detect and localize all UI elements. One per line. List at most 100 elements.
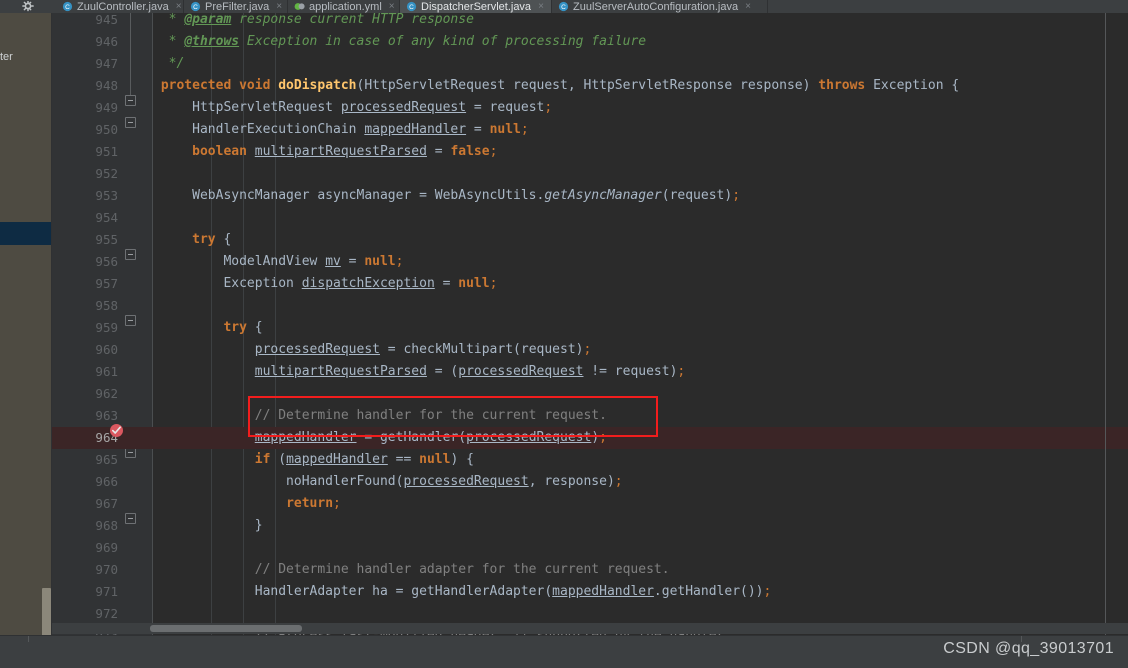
line-number: 968 bbox=[95, 518, 118, 533]
editor-tab-1[interactable]: C PreFilter.java × bbox=[184, 0, 288, 13]
code-text: ModelAndView mv = null; bbox=[153, 254, 404, 269]
code-line-959[interactable]: 959 try { bbox=[52, 317, 1128, 339]
code-line-949[interactable]: 949 HttpServletRequest processedRequest … bbox=[52, 97, 1128, 119]
line-number: 959 bbox=[95, 320, 118, 335]
code-line-947[interactable]: 947 */ bbox=[52, 53, 1128, 75]
code-text: protected void doDispatch(HttpServletReq… bbox=[153, 78, 960, 93]
code-text: if (mappedHandler == null) { bbox=[254, 452, 474, 467]
java-class-readonly-icon: C bbox=[558, 1, 569, 12]
code-line-950[interactable]: 950 HandlerExecutionChain mappedHandler … bbox=[52, 119, 1128, 141]
scrollbar-thumb[interactable] bbox=[150, 625, 302, 632]
line-number: 962 bbox=[95, 386, 118, 401]
line-number: 970 bbox=[95, 562, 118, 577]
line-number: 972 bbox=[95, 606, 118, 621]
left-panel-selected-row[interactable] bbox=[0, 222, 51, 245]
code-line-962[interactable]: 962 bbox=[52, 383, 1128, 405]
check-icon bbox=[112, 426, 121, 434]
code-text: return; bbox=[286, 496, 341, 511]
line-number: 971 bbox=[95, 584, 118, 599]
code-line-952[interactable]: 952 bbox=[52, 163, 1128, 185]
editor-tab-3[interactable]: C DispatcherServlet.java × bbox=[400, 0, 552, 13]
code-text: WebAsyncManager asyncManager = WebAsyncU… bbox=[153, 188, 741, 203]
code-line-945[interactable]: 945 * @param response current HTTP respo… bbox=[52, 13, 1128, 31]
line-number: 951 bbox=[95, 144, 118, 159]
line-number: 966 bbox=[95, 474, 118, 489]
editor-horizontal-scrollbar[interactable] bbox=[52, 623, 1128, 634]
code-text: HttpServletRequest processedRequest = re… bbox=[153, 100, 553, 115]
code-text: * @param response current HTTP response bbox=[153, 13, 474, 27]
line-number: 950 bbox=[95, 122, 118, 137]
editor-tab-strip: C ZuulController.java × C PreFilter.java × app… bbox=[0, 0, 1128, 13]
status-bar: CSDN @qq_39013701 bbox=[0, 635, 1128, 668]
code-line-946[interactable]: 946 * @throws Exception in case of any k… bbox=[52, 31, 1128, 53]
line-number: 961 bbox=[95, 364, 118, 379]
code-line-951[interactable]: 951 boolean multipartRequestParsed = fal… bbox=[52, 141, 1128, 163]
svg-text:C: C bbox=[65, 4, 70, 11]
code-text: try { bbox=[223, 320, 263, 335]
yaml-file-icon bbox=[294, 1, 305, 12]
code-text: } bbox=[153, 518, 263, 533]
code-text: Exception dispatchException = null; bbox=[153, 276, 498, 291]
line-number: 967 bbox=[95, 496, 118, 511]
code-line-963[interactable]: 963 // Determine handler for the current… bbox=[52, 405, 1128, 427]
tab-close-icon[interactable]: × bbox=[176, 1, 182, 12]
tab-close-icon[interactable]: × bbox=[538, 1, 544, 12]
java-class-readonly-icon: C bbox=[406, 1, 417, 12]
java-class-icon: C bbox=[190, 1, 201, 12]
code-text: * @throws Exception in case of any kind … bbox=[153, 34, 647, 49]
line-number: 948 bbox=[95, 78, 118, 93]
editor-tab-label: application.yml bbox=[309, 0, 382, 13]
code-text: // Determine handler adapter for the cur… bbox=[153, 562, 670, 577]
code-line-957[interactable]: 957 Exception dispatchException = null; bbox=[52, 273, 1128, 295]
code-line-961[interactable]: 961 multipartRequestParsed = (processedR… bbox=[52, 361, 1128, 383]
code-line-972[interactable]: 972 bbox=[52, 603, 1128, 625]
code-text: mappedHandler = getHandler(processedRequ… bbox=[254, 430, 607, 445]
code-editor[interactable]: 945 * @param response current HTTP respo… bbox=[52, 13, 1128, 635]
line-number: 953 bbox=[95, 188, 118, 203]
code-line-955[interactable]: 955 try { bbox=[52, 229, 1128, 251]
code-line-956[interactable]: 956 ModelAndView mv = null; bbox=[52, 251, 1128, 273]
code-line-948[interactable]: 948 protected void doDispatch(HttpServle… bbox=[52, 75, 1128, 97]
tool-window-button[interactable] bbox=[0, 0, 56, 13]
code-line-953[interactable]: 953 WebAsyncManager asyncManager = WebAs… bbox=[52, 185, 1128, 207]
line-number: 969 bbox=[95, 540, 118, 555]
code-text: HandlerAdapter ha = getHandlerAdapter(ma… bbox=[153, 584, 772, 599]
tab-close-icon[interactable]: × bbox=[276, 1, 282, 12]
code-line-968[interactable]: 968 } bbox=[52, 515, 1128, 537]
java-class-icon: C bbox=[62, 1, 73, 12]
editor-tab-4[interactable]: C ZuulServerAutoConfiguration.java × bbox=[552, 0, 768, 13]
line-number: 954 bbox=[95, 210, 118, 225]
code-text: noHandlerFound(processedRequest, respons… bbox=[153, 474, 623, 489]
line-number: 956 bbox=[95, 254, 118, 269]
left-panel-scrollbar-thumb[interactable] bbox=[42, 588, 51, 635]
code-line-958[interactable]: 958 bbox=[52, 295, 1128, 317]
editor-tab-0[interactable]: C ZuulController.java × bbox=[56, 0, 184, 13]
editor-tab-2[interactable]: application.yml × bbox=[288, 0, 400, 13]
left-tool-window[interactable]: ter bbox=[0, 13, 52, 635]
code-text: multipartRequestParsed = (processedReque… bbox=[254, 364, 686, 379]
editor-tab-label: ZuulServerAutoConfiguration.java bbox=[573, 0, 739, 13]
right-margin-guide bbox=[1105, 13, 1106, 635]
tab-close-icon[interactable]: × bbox=[745, 1, 751, 12]
line-number: 946 bbox=[95, 34, 118, 49]
code-line-969[interactable]: 969 bbox=[52, 537, 1128, 559]
tab-close-icon[interactable]: × bbox=[389, 1, 395, 12]
svg-text:C: C bbox=[561, 4, 566, 11]
code-line-964[interactable]: 964 mappedHandler = getHandler(processed… bbox=[52, 427, 1128, 449]
code-line-954[interactable]: 954 bbox=[52, 207, 1128, 229]
code-line-960[interactable]: 960 processedRequest = checkMultipart(re… bbox=[52, 339, 1128, 361]
svg-text:C: C bbox=[193, 4, 198, 11]
code-line-967[interactable]: 967 return; bbox=[52, 493, 1128, 515]
breakpoint-marker[interactable] bbox=[110, 424, 123, 437]
code-line-970[interactable]: 970 // Determine handler adapter for the… bbox=[52, 559, 1128, 581]
code-line-971[interactable]: 971 HandlerAdapter ha = getHandlerAdapte… bbox=[52, 581, 1128, 603]
editor-tab-label: DispatcherServlet.java bbox=[421, 0, 532, 13]
line-number: 949 bbox=[95, 100, 118, 115]
csdn-watermark: CSDN @qq_39013701 bbox=[943, 640, 1114, 657]
line-number: 964 bbox=[95, 430, 118, 445]
code-line-966[interactable]: 966 noHandlerFound(processedRequest, res… bbox=[52, 471, 1128, 493]
code-line-965[interactable]: 965 if (mappedHandler == null) { bbox=[52, 449, 1128, 471]
line-number: 947 bbox=[95, 56, 118, 71]
line-number: 960 bbox=[95, 342, 118, 357]
line-number: 952 bbox=[95, 166, 118, 181]
